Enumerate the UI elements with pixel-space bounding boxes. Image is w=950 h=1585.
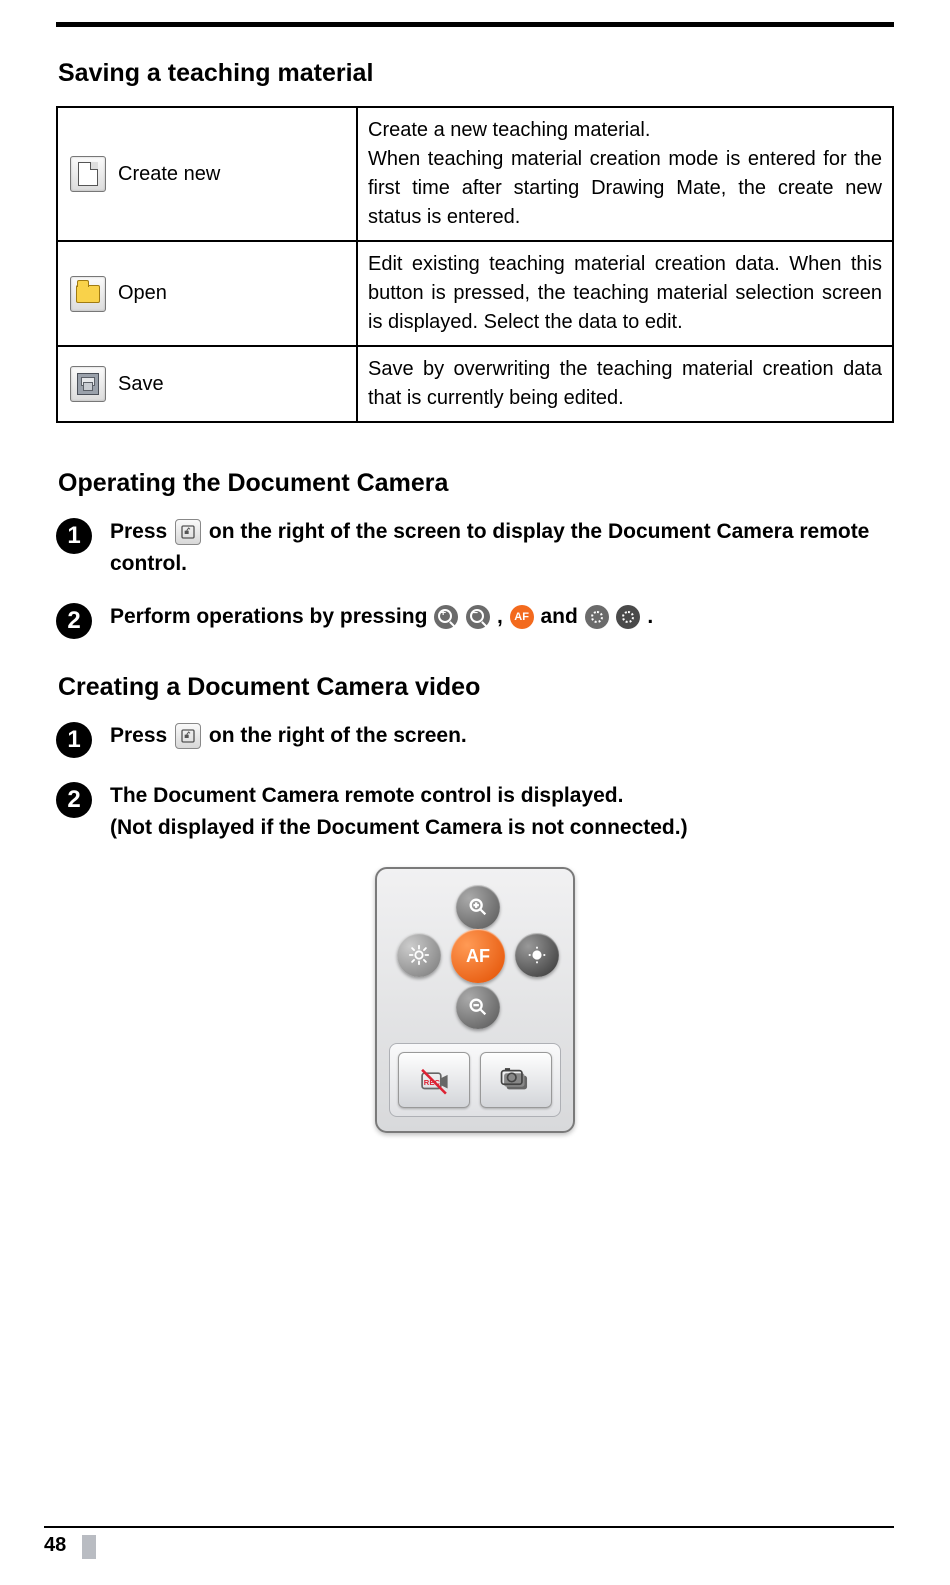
table-row: Create new Create a new teaching materia… (57, 107, 893, 241)
heading-operating: Operating the Document Camera (58, 469, 894, 498)
top-divider (56, 22, 894, 27)
manual-page: Saving a teaching material Create new Cr… (0, 22, 950, 1585)
page-footer: 48 (44, 1526, 894, 1557)
create-new-desc: Create a new teaching material.When teac… (357, 107, 893, 241)
operating-step1-text-a: Press (110, 520, 173, 543)
brightness-down-icon (616, 605, 640, 629)
remote-brightness-down-icon (515, 933, 559, 977)
open-folder-icon (70, 276, 106, 312)
create-new-icon (70, 156, 106, 192)
table-row: Save Save by overwriting the teaching ma… (57, 346, 893, 422)
and-text: and (540, 605, 583, 628)
camera-panel-icon (175, 519, 201, 545)
creating-step2-text: The Document Camera remote control is di… (110, 780, 894, 843)
remote-zoom-out-icon (456, 985, 500, 1029)
open-label: Open (118, 282, 167, 305)
creating-steps: 1 Press on the right of the screen. 2 Th… (56, 720, 894, 843)
step-number-1-icon: 1 (56, 518, 92, 554)
remote-brightness-up-icon (397, 933, 441, 977)
creating-step1-text-b: on the right of the screen. (209, 724, 467, 747)
step-number-2-icon: 2 (56, 782, 92, 818)
remote-body: AF (375, 867, 575, 1133)
saving-table: Create new Create a new teaching materia… (56, 106, 894, 423)
remote-zoom-in-icon (456, 885, 500, 929)
camera-panel-icon (175, 723, 201, 749)
af-icon: AF (510, 605, 534, 629)
save-floppy-icon (70, 366, 106, 402)
brightness-up-icon (585, 605, 609, 629)
remote-figure: AF (56, 867, 894, 1133)
table-row: Open Edit existing teaching material cre… (57, 241, 893, 346)
heading-creating: Creating a Document Camera video (58, 673, 894, 702)
page-number: 48 (44, 1534, 66, 1556)
step: 1 Press on the right of the screen to di… (56, 516, 894, 579)
step: 2 Perform operations by pressing + − , A… (56, 601, 894, 639)
save-label: Save (118, 373, 164, 396)
heading-saving: Saving a teaching material (58, 59, 894, 88)
zoom-in-icon: + (434, 605, 458, 629)
operating-step2-text-a: Perform operations by pressing (110, 605, 433, 628)
operating-steps: 1 Press on the right of the screen to di… (56, 516, 894, 639)
save-desc: Save by overwriting the teaching materia… (357, 346, 893, 422)
footer-tab-icon (82, 1535, 96, 1559)
remote-record-icon: REC (398, 1052, 470, 1108)
step: 1 Press on the right of the screen. (56, 720, 894, 758)
comma-text: , (497, 605, 509, 628)
operating-step1-text-b: on the right of the screen to display th… (110, 520, 869, 575)
step: 2 The Document Camera remote control is … (56, 780, 894, 843)
step-number-2-icon: 2 (56, 603, 92, 639)
create-new-label: Create new (118, 163, 220, 186)
open-desc: Edit existing teaching material creation… (357, 241, 893, 346)
period-text: . (647, 605, 653, 628)
step-number-1-icon: 1 (56, 722, 92, 758)
remote-capture-icon (480, 1052, 552, 1108)
remote-af-icon: AF (451, 929, 505, 983)
zoom-out-icon: − (466, 605, 490, 629)
creating-step1-text-a: Press (110, 724, 173, 747)
